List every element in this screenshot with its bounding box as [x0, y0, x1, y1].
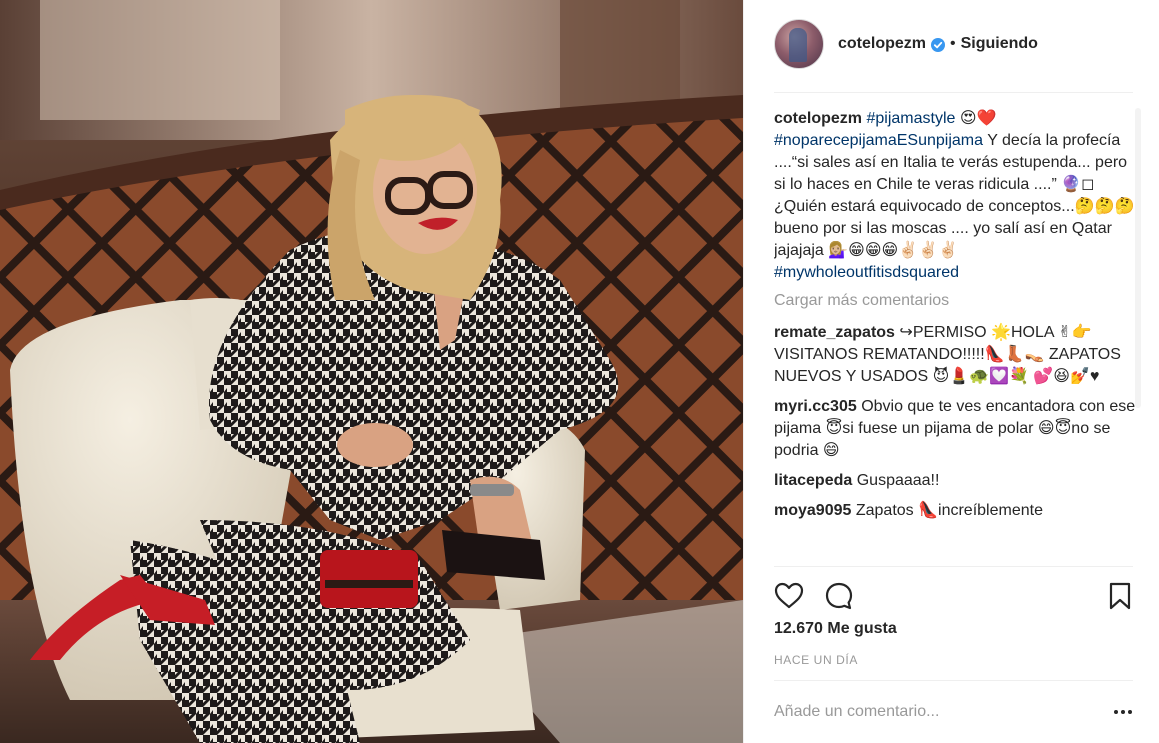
header-divider: [774, 92, 1133, 93]
caption-emoji: 😍❤️: [959, 110, 997, 127]
post-actions: [774, 566, 1133, 616]
post-photo-illustration: [0, 0, 743, 743]
comment-item: moya9095 Zapatos 👠increíblemente: [774, 500, 1136, 522]
comment-username[interactable]: moya9095: [774, 502, 851, 519]
comment-username[interactable]: litacepeda: [774, 472, 852, 489]
header-separator: •: [950, 35, 956, 52]
caption-text: Y decía la profecía ....“si sales así en…: [774, 132, 1135, 259]
comment-username[interactable]: remate_zapatos: [774, 324, 895, 341]
post-caption: cotelopezm #pijamastyle 😍❤️ #noparecepij…: [774, 108, 1136, 284]
likes-count[interactable]: 12.670 Me gusta: [774, 620, 897, 638]
load-more-comments-button[interactable]: Cargar más comentarios: [774, 290, 1136, 312]
caption-hashtag[interactable]: #mywholeoutfitisdsquared: [774, 264, 959, 281]
comment-item: remate_zapatos ↪PERMISO 🌟HOLA ✌👉 VISITAN…: [774, 322, 1136, 388]
comment-input[interactable]: [774, 703, 1113, 721]
post-photo[interactable]: [0, 0, 743, 743]
more-options-icon[interactable]: [1113, 702, 1133, 722]
comment-text: Zapatos 👠increíblemente: [855, 502, 1043, 519]
caption-hashtag[interactable]: #pijamastyle: [866, 110, 955, 127]
post-side-panel: cotelopezm • Siguiendo cotelopezm #pijam…: [743, 0, 1159, 743]
post-timestamp[interactable]: HACE UN DÍA: [774, 653, 858, 667]
heart-icon[interactable]: [774, 581, 804, 611]
comment-item: litacepeda Guspaaaa!!: [774, 470, 1136, 492]
add-comment-bar: [774, 680, 1133, 743]
caption-hashtag[interactable]: #noparecepijamaESunpijama: [774, 132, 983, 149]
comment-item: myri.cc305 Obvio que te ves encantadora …: [774, 396, 1136, 462]
comment-username[interactable]: myri.cc305: [774, 398, 857, 415]
comments-scrollbar[interactable]: [1135, 108, 1141, 408]
caption-username[interactable]: cotelopezm: [774, 110, 862, 127]
verified-badge-icon: [931, 38, 946, 52]
comments-list[interactable]: cotelopezm #pijamastyle 😍❤️ #noparecepij…: [774, 108, 1136, 566]
comment-text: Guspaaaa!!: [856, 472, 940, 489]
post-header: cotelopezm • Siguiendo: [774, 18, 1134, 70]
comment-bubble-icon[interactable]: [824, 581, 854, 611]
avatar[interactable]: [774, 19, 824, 69]
bookmark-icon[interactable]: [1107, 581, 1133, 611]
following-button[interactable]: Siguiendo: [961, 35, 1038, 53]
post-username[interactable]: cotelopezm: [838, 35, 926, 53]
